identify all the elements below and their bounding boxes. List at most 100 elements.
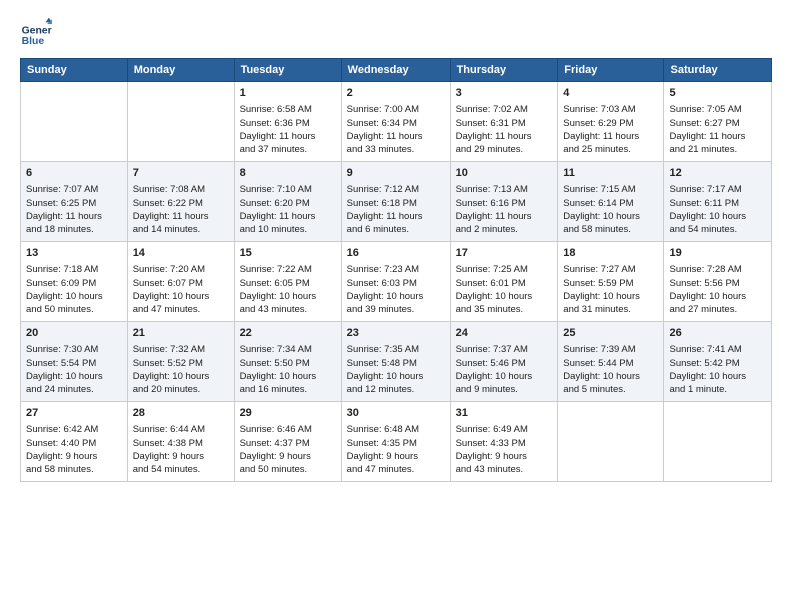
cell-content: Daylight: 10 hours: [347, 370, 445, 383]
cell-content: Daylight: 9 hours: [26, 450, 122, 463]
cell-content: Sunrise: 7:25 AM: [456, 263, 553, 276]
cell-content: Sunset: 5:59 PM: [563, 277, 658, 290]
cell-content: Sunrise: 7:30 AM: [26, 343, 122, 356]
cell-content: Sunrise: 7:37 AM: [456, 343, 553, 356]
cell-content: Sunrise: 6:48 AM: [347, 423, 445, 436]
day-number: 2: [347, 86, 445, 101]
svg-text:Blue: Blue: [22, 36, 45, 47]
cell-content: Daylight: 10 hours: [26, 370, 122, 383]
cell-content: Daylight: 9 hours: [133, 450, 229, 463]
day-number: 30: [347, 406, 445, 421]
cell-content: and 33 minutes.: [347, 143, 445, 156]
calendar-cell: 22Sunrise: 7:34 AMSunset: 5:50 PMDayligh…: [234, 322, 341, 402]
calendar-cell: 26Sunrise: 7:41 AMSunset: 5:42 PMDayligh…: [664, 322, 772, 402]
cell-content: Sunset: 6:34 PM: [347, 117, 445, 130]
cell-content: and 2 minutes.: [456, 223, 553, 236]
calendar-table: SundayMondayTuesdayWednesdayThursdayFrid…: [20, 58, 772, 482]
cell-content: and 50 minutes.: [240, 463, 336, 476]
day-number: 9: [347, 166, 445, 181]
cell-content: Sunset: 6:03 PM: [347, 277, 445, 290]
calendar-cell: 30Sunrise: 6:48 AMSunset: 4:35 PMDayligh…: [341, 402, 450, 482]
week-row-4: 20Sunrise: 7:30 AMSunset: 5:54 PMDayligh…: [21, 322, 772, 402]
cell-content: Sunrise: 6:49 AM: [456, 423, 553, 436]
cell-content: Sunrise: 6:42 AM: [26, 423, 122, 436]
cell-content: and 6 minutes.: [347, 223, 445, 236]
week-row-5: 27Sunrise: 6:42 AMSunset: 4:40 PMDayligh…: [21, 402, 772, 482]
cell-content: Sunrise: 7:02 AM: [456, 103, 553, 116]
cell-content: Sunset: 5:44 PM: [563, 357, 658, 370]
calendar-cell: 8Sunrise: 7:10 AMSunset: 6:20 PMDaylight…: [234, 162, 341, 242]
cell-content: Daylight: 11 hours: [26, 210, 122, 223]
day-number: 20: [26, 326, 122, 341]
cell-content: Sunrise: 7:32 AM: [133, 343, 229, 356]
cell-content: Sunset: 4:33 PM: [456, 437, 553, 450]
cell-content: Sunset: 6:05 PM: [240, 277, 336, 290]
day-number: 31: [456, 406, 553, 421]
calendar-cell: 5Sunrise: 7:05 AMSunset: 6:27 PMDaylight…: [664, 82, 772, 162]
cell-content: Sunset: 6:09 PM: [26, 277, 122, 290]
cell-content: Sunrise: 7:20 AM: [133, 263, 229, 276]
cell-content: Sunrise: 7:05 AM: [669, 103, 766, 116]
calendar-cell: [127, 82, 234, 162]
cell-content: Daylight: 10 hours: [669, 210, 766, 223]
cell-content: Sunrise: 7:03 AM: [563, 103, 658, 116]
calendar-cell: 23Sunrise: 7:35 AMSunset: 5:48 PMDayligh…: [341, 322, 450, 402]
cell-content: Daylight: 9 hours: [456, 450, 553, 463]
calendar-page: General Blue SundayMondayTuesdayWednesda…: [0, 0, 792, 612]
cell-content: and 10 minutes.: [240, 223, 336, 236]
cell-content: Sunrise: 7:17 AM: [669, 183, 766, 196]
day-header-thursday: Thursday: [450, 59, 558, 82]
logo: General Blue: [20, 16, 52, 48]
cell-content: and 43 minutes.: [240, 303, 336, 316]
cell-content: Sunrise: 7:00 AM: [347, 103, 445, 116]
cell-content: Sunset: 5:50 PM: [240, 357, 336, 370]
cell-content: Sunset: 6:36 PM: [240, 117, 336, 130]
day-number: 1: [240, 86, 336, 101]
cell-content: and 37 minutes.: [240, 143, 336, 156]
cell-content: and 50 minutes.: [26, 303, 122, 316]
cell-content: Sunrise: 7:07 AM: [26, 183, 122, 196]
cell-content: Daylight: 10 hours: [133, 290, 229, 303]
week-row-1: 1Sunrise: 6:58 AMSunset: 6:36 PMDaylight…: [21, 82, 772, 162]
cell-content: Sunrise: 7:08 AM: [133, 183, 229, 196]
calendar-cell: 2Sunrise: 7:00 AMSunset: 6:34 PMDaylight…: [341, 82, 450, 162]
cell-content: and 14 minutes.: [133, 223, 229, 236]
cell-content: Sunrise: 7:34 AM: [240, 343, 336, 356]
day-number: 10: [456, 166, 553, 181]
calendar-cell: 18Sunrise: 7:27 AMSunset: 5:59 PMDayligh…: [558, 242, 664, 322]
week-row-2: 6Sunrise: 7:07 AMSunset: 6:25 PMDaylight…: [21, 162, 772, 242]
day-number: 27: [26, 406, 122, 421]
cell-content: Daylight: 11 hours: [563, 130, 658, 143]
week-row-3: 13Sunrise: 7:18 AMSunset: 6:09 PMDayligh…: [21, 242, 772, 322]
day-number: 16: [347, 246, 445, 261]
day-number: 19: [669, 246, 766, 261]
day-number: 7: [133, 166, 229, 181]
calendar-cell: 24Sunrise: 7:37 AMSunset: 5:46 PMDayligh…: [450, 322, 558, 402]
cell-content: and 58 minutes.: [26, 463, 122, 476]
cell-content: Sunrise: 7:18 AM: [26, 263, 122, 276]
calendar-cell: 27Sunrise: 6:42 AMSunset: 4:40 PMDayligh…: [21, 402, 128, 482]
cell-content: Daylight: 10 hours: [240, 370, 336, 383]
calendar-cell: 10Sunrise: 7:13 AMSunset: 6:16 PMDayligh…: [450, 162, 558, 242]
cell-content: Daylight: 11 hours: [240, 130, 336, 143]
header: General Blue: [20, 16, 772, 48]
day-number: 3: [456, 86, 553, 101]
cell-content: Sunset: 5:48 PM: [347, 357, 445, 370]
cell-content: Sunset: 6:29 PM: [563, 117, 658, 130]
cell-content: Sunrise: 6:44 AM: [133, 423, 229, 436]
calendar-cell: 17Sunrise: 7:25 AMSunset: 6:01 PMDayligh…: [450, 242, 558, 322]
cell-content: Daylight: 11 hours: [669, 130, 766, 143]
day-header-friday: Friday: [558, 59, 664, 82]
cell-content: and 27 minutes.: [669, 303, 766, 316]
cell-content: Sunset: 5:52 PM: [133, 357, 229, 370]
calendar-cell: 7Sunrise: 7:08 AMSunset: 6:22 PMDaylight…: [127, 162, 234, 242]
day-number: 14: [133, 246, 229, 261]
cell-content: and 54 minutes.: [669, 223, 766, 236]
day-number: 11: [563, 166, 658, 181]
cell-content: and 35 minutes.: [456, 303, 553, 316]
cell-content: Daylight: 11 hours: [133, 210, 229, 223]
cell-content: Sunset: 5:42 PM: [669, 357, 766, 370]
svg-text:General: General: [22, 26, 52, 37]
cell-content: Sunrise: 7:12 AM: [347, 183, 445, 196]
cell-content: Sunset: 4:37 PM: [240, 437, 336, 450]
